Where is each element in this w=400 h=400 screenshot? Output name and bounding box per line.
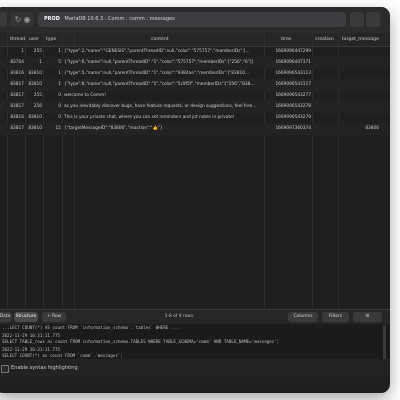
table-cell[interactable]: 1669096543278 bbox=[265, 102, 311, 112]
table-cell[interactable]: {"type":8,"name":null,"parentThreadID":"… bbox=[64, 80, 264, 90]
table-cell[interactable]: 83810 bbox=[26, 80, 42, 90]
row-count: 1-8 of 8 rows bbox=[164, 314, 194, 319]
table-cell[interactable]: 0 bbox=[44, 102, 61, 112]
column-header-thread[interactable]: thread bbox=[10, 33, 25, 46]
connection-path: MariaDB 10.6.3 : Comm : comm : messages bbox=[64, 16, 175, 22]
panel-toggle-left-icon[interactable] bbox=[350, 12, 364, 27]
table-cell[interactable]: 83806 bbox=[339, 124, 379, 134]
table-cell[interactable]: {"targetMessageID":"83806","reaction":"👍… bbox=[64, 124, 264, 134]
console-line: SELECT TABLE_rows as count FROM informat… bbox=[2, 339, 280, 344]
data-grid: 0812551{"type":2,"name":"GENESIS","paren… bbox=[0, 47, 390, 135]
connection-address-bar[interactable]: PROD MariaDB 10.6.3 : Comm : comm : mess… bbox=[38, 12, 346, 27]
column-header-content[interactable]: content bbox=[151, 33, 169, 46]
table-row[interactable]: 0383816838100This is your private chat, … bbox=[0, 113, 390, 124]
table-cell[interactable]: 31 bbox=[0, 69, 6, 79]
table-cell[interactable]: 83810 bbox=[26, 113, 42, 123]
table-cell[interactable]: 83817 bbox=[8, 91, 24, 101]
table-row[interactable]: 03838178381015{"targetMessageID":"83806"… bbox=[0, 124, 390, 135]
table-cell[interactable]: welcome to Comm! bbox=[64, 91, 264, 101]
table-cell[interactable]: 255 bbox=[26, 91, 42, 101]
table-header: thread user type content time creation t… bbox=[0, 33, 390, 47]
table-cell[interactable]: 1669096543117 bbox=[265, 80, 311, 90]
filters-button[interactable]: Filters bbox=[322, 312, 349, 322]
table-cell[interactable]: 03 bbox=[0, 124, 6, 134]
table-cell[interactable]: 1 bbox=[44, 69, 61, 79]
table-cell[interactable]: 83817 bbox=[8, 80, 24, 90]
eye-icon[interactable]: ◉ bbox=[21, 12, 33, 27]
columns-button[interactable]: Columns bbox=[288, 312, 318, 322]
column-header-user[interactable]: user bbox=[29, 33, 39, 46]
table-cell[interactable]: 1669097360374 bbox=[265, 124, 311, 134]
table-cell[interactable]: 86 bbox=[0, 102, 6, 112]
column-header-target-message[interactable]: target_message bbox=[342, 33, 379, 46]
table-cell[interactable]: 83817 bbox=[8, 102, 24, 112]
table-cell[interactable]: 1669096447299 bbox=[265, 47, 311, 57]
table-cell[interactable]: 83810 bbox=[26, 69, 42, 79]
table-row[interactable]: 3483817838101{"type":8,"name":null,"pare… bbox=[0, 80, 390, 91]
toolbar: ↻ ◉ PROD MariaDB 10.6.3 : Comm : comm : … bbox=[0, 7, 390, 34]
table-row[interactable]: 088370415{"type":6,"name":null,"parentTh… bbox=[0, 58, 390, 69]
structure-tab[interactable]: Structure bbox=[14, 312, 38, 322]
column-header-creation[interactable]: creation bbox=[315, 33, 334, 46]
syntax-highlight-label: Enable syntax highlighting bbox=[11, 365, 78, 371]
table-cell[interactable]: 1 bbox=[26, 58, 42, 68]
table-cell[interactable]: 1669096543279 bbox=[265, 113, 311, 123]
table-cell[interactable]: 5 bbox=[44, 58, 61, 68]
table-cell[interactable]: 1 bbox=[44, 80, 61, 90]
table-row[interactable]: 3183816838101{"type":5,"name":null,"pare… bbox=[0, 69, 390, 80]
table-row[interactable]: 04838172550welcome to Comm!1669096543277 bbox=[0, 91, 390, 102]
sidebar-toggle-button[interactable] bbox=[0, 12, 7, 27]
table-cell[interactable]: 1669096543277 bbox=[265, 91, 311, 101]
table-cell[interactable]: 1 bbox=[8, 47, 24, 57]
table-cell[interactable]: 1669096543113 bbox=[265, 69, 311, 79]
syntax-highlight-checkbox[interactable] bbox=[1, 365, 9, 373]
table-cell[interactable]: {"type":5,"name":null,"parentThreadID":"… bbox=[64, 69, 264, 79]
table-cell[interactable]: 34 bbox=[0, 80, 6, 90]
table-cell[interactable]: 256 bbox=[26, 102, 42, 112]
table-cell[interactable]: 04 bbox=[0, 91, 6, 101]
syntax-highlight-bar: Enable syntax highlighting bbox=[0, 359, 390, 377]
table-cell[interactable]: 08 bbox=[0, 47, 6, 57]
table-cell[interactable]: 83817 bbox=[8, 124, 24, 134]
table-cell[interactable]: 83816 bbox=[8, 69, 24, 79]
table-cell[interactable]: as you inevitably discover bugs, have fe… bbox=[64, 102, 264, 112]
table-cell[interactable]: 0 bbox=[44, 113, 61, 123]
table-row[interactable]: 0812551{"type":2,"name":"GENESIS","paren… bbox=[0, 47, 390, 58]
env-badge: PROD bbox=[44, 16, 60, 22]
app-window: ↻ ◉ PROD MariaDB 10.6.3 : Comm : comm : … bbox=[0, 7, 390, 393]
table-cell[interactable]: 15 bbox=[44, 124, 61, 134]
column-header-time[interactable]: time bbox=[281, 33, 291, 46]
table-cell[interactable]: 03 bbox=[0, 113, 6, 123]
table-cell[interactable]: 1 bbox=[44, 47, 61, 57]
panel-toggle-right-icon[interactable] bbox=[366, 12, 380, 27]
table-cell[interactable]: 1669096447371 bbox=[265, 58, 311, 68]
table-cell[interactable]: 08 bbox=[0, 58, 6, 68]
table-cell[interactable]: 83810 bbox=[26, 124, 42, 134]
table-cell[interactable]: 83816 bbox=[8, 113, 24, 123]
table-cell[interactable]: 83704 bbox=[8, 58, 24, 68]
table-row[interactable]: 86838172560as you inevitably discover bu… bbox=[0, 102, 390, 113]
console-line: ...LECT COUNT(*) AS count FROM `informat… bbox=[2, 325, 179, 330]
table-cell[interactable]: 255 bbox=[26, 47, 42, 57]
table-cell[interactable]: {"type":2,"name":"GENESIS","parentThread… bbox=[64, 47, 264, 57]
table-cell[interactable]: This is your private chat, where you can… bbox=[64, 113, 264, 123]
gear-icon[interactable]: ⚙ bbox=[353, 312, 382, 322]
column-header-type[interactable]: type bbox=[46, 33, 56, 46]
table-cell[interactable]: {"type":6,"name":null,"parentThreadID":"… bbox=[64, 58, 264, 68]
add-row-button[interactable]: + Row bbox=[42, 312, 66, 322]
data-tab[interactable]: Data bbox=[0, 312, 12, 322]
footer-bar: Data Structure + Row 1-8 of 8 rows Colum… bbox=[0, 309, 390, 325]
table-cell[interactable]: 0 bbox=[44, 91, 61, 101]
